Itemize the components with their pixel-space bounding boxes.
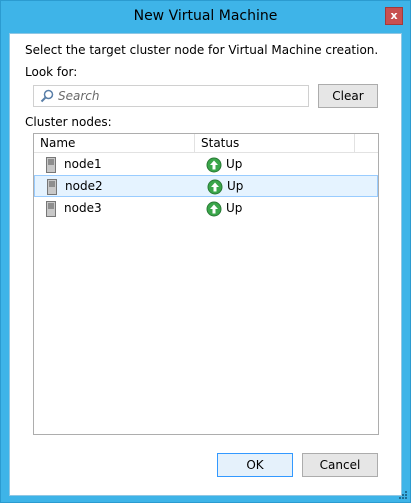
node-name: node2 [65, 179, 103, 193]
status-up-icon [206, 157, 222, 173]
column-header-status[interactable]: Status [195, 134, 355, 153]
status-text: Up [226, 157, 243, 171]
ok-button[interactable]: OK [217, 453, 293, 477]
server-icon [46, 157, 56, 173]
table-row-selected[interactable]: node2 Up [34, 175, 378, 197]
node-name: node3 [64, 201, 102, 215]
status-up-icon [207, 179, 223, 195]
window-title: New Virtual Machine [133, 8, 278, 24]
server-icon [46, 201, 56, 217]
instruction-text: Select the target cluster node for Virtu… [25, 43, 379, 57]
cluster-nodes-list[interactable]: Name Status node1 Up node2 Up node3 Up [33, 133, 379, 435]
status-text: Up [226, 201, 243, 215]
cluster-nodes-label: Cluster nodes: [25, 115, 112, 129]
node-name: node1 [64, 157, 102, 171]
column-header-name[interactable]: Name [34, 134, 195, 153]
table-row[interactable]: node3 Up [34, 198, 378, 220]
title-bar[interactable]: New Virtual Machine x [1, 1, 410, 33]
table-row[interactable]: node1 Up [34, 154, 378, 176]
search-icon [40, 89, 54, 103]
server-icon [47, 179, 57, 195]
resize-grip-icon[interactable] [397, 489, 407, 499]
look-for-label: Look for: [25, 65, 78, 79]
close-button[interactable]: x [385, 7, 403, 25]
column-header-filler [355, 134, 378, 153]
search-box[interactable] [33, 85, 309, 107]
search-input[interactable] [58, 87, 306, 105]
status-up-icon [206, 201, 222, 217]
close-icon: x [390, 9, 398, 22]
dialog-window: New Virtual Machine x Select the target … [0, 0, 411, 503]
cancel-button[interactable]: Cancel [302, 453, 378, 477]
list-header: Name Status [34, 134, 378, 153]
status-text: Up [227, 179, 244, 193]
clear-button[interactable]: Clear [318, 84, 378, 108]
